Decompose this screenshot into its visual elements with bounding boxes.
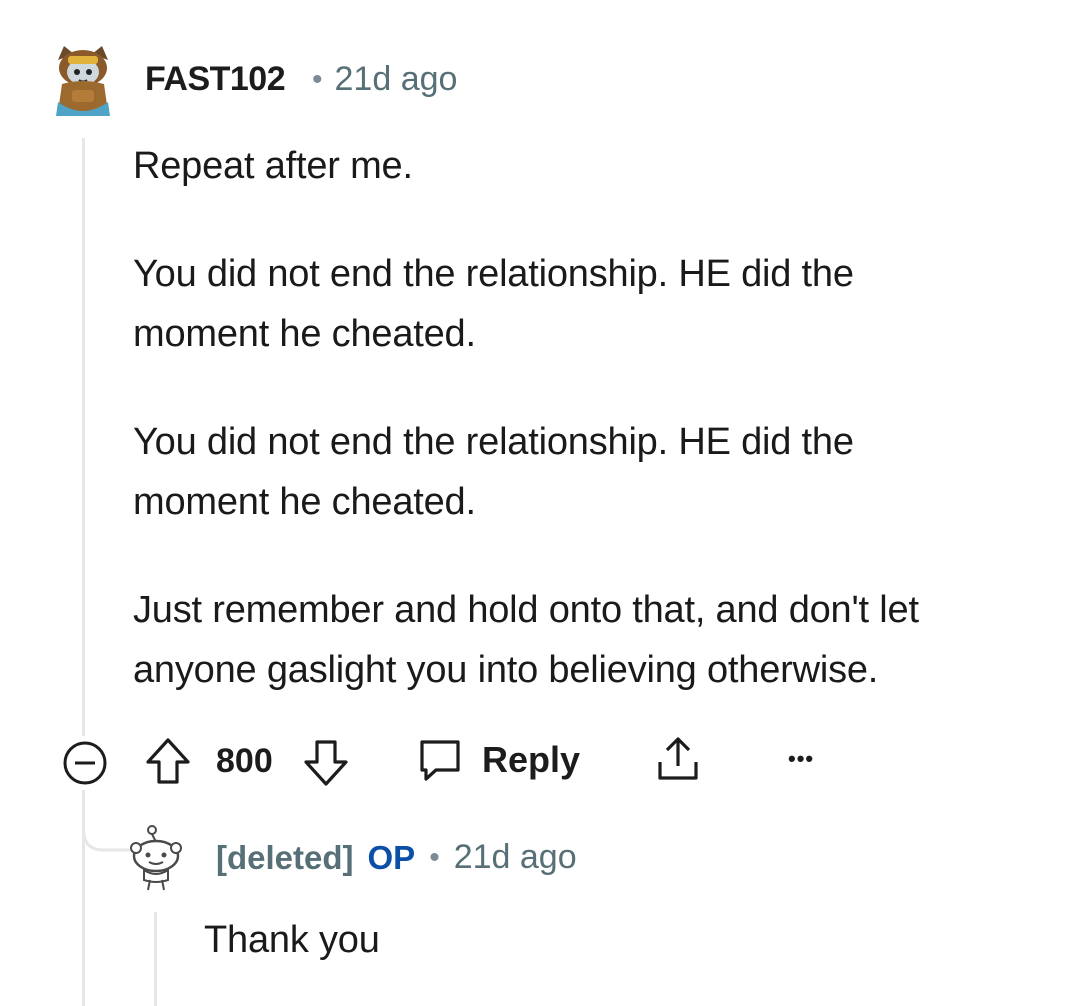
comment-paragraph: You did not end the relationship. HE did… <box>133 421 854 523</box>
comment-paragraph: Just remember and hold onto that, and do… <box>133 589 919 691</box>
thread-line-reply[interactable] <box>154 912 157 1006</box>
comment-paragraph: Repeat after me. <box>133 145 413 187</box>
meta-separator: • <box>429 840 440 874</box>
reply-label: Reply <box>482 739 581 780</box>
collapse-minus-icon <box>63 741 107 785</box>
reply-button[interactable]: Reply <box>416 736 580 784</box>
vote-count: 800 <box>216 742 273 780</box>
comment-author[interactable]: FAST102 <box>145 60 286 99</box>
reply-timestamp: 21d ago <box>453 838 577 876</box>
thread-line-main[interactable] <box>82 138 85 736</box>
share-icon <box>658 737 698 780</box>
reply-text: Thank you <box>204 919 380 961</box>
share-button[interactable] <box>654 734 702 784</box>
more-options-button[interactable]: ••• <box>788 746 814 772</box>
ellipsis-icon: ••• <box>788 746 815 771</box>
op-badge: OP <box>367 838 416 876</box>
collapse-button[interactable] <box>62 740 108 786</box>
reply-avatar[interactable] <box>124 822 188 897</box>
upvote-button[interactable] <box>144 736 192 786</box>
meta-separator: • <box>312 62 323 96</box>
downvote-button[interactable] <box>302 738 350 788</box>
user-avatar[interactable] <box>52 42 114 116</box>
reply-author[interactable]: [deleted] <box>216 839 354 877</box>
comment-timestamp: 21d ago <box>334 60 458 98</box>
speech-bubble-icon <box>420 740 460 781</box>
comment-paragraph: You did not end the relationship. HE did… <box>133 253 854 355</box>
arrow-up-icon <box>146 738 190 784</box>
arrow-down-icon <box>304 740 348 786</box>
